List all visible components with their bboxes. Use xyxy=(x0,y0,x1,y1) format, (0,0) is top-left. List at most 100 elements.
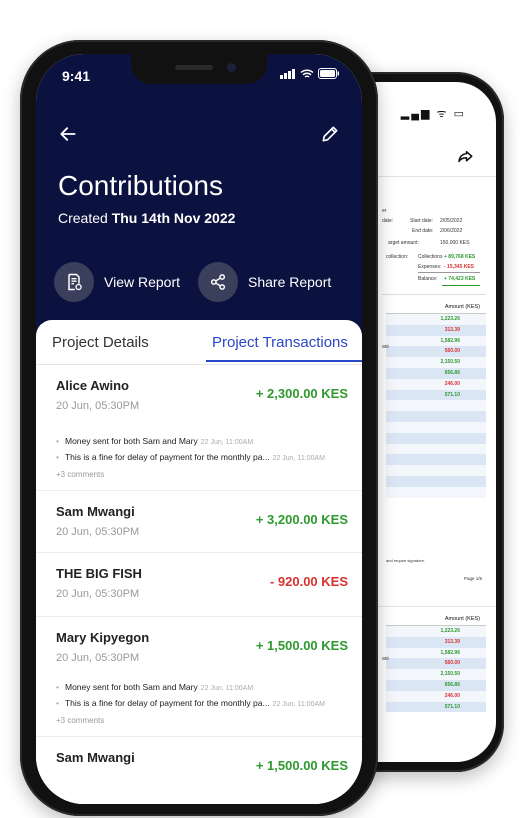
page-number: Page 1/5 xyxy=(464,576,483,581)
name-fragment: ani xyxy=(382,344,389,350)
table-row: 313.39 xyxy=(386,324,486,336)
notch xyxy=(131,54,267,84)
comment: Money sent for both Sam and Mary22 Jun, … xyxy=(56,436,253,446)
transaction-item[interactable]: Sam Mwangi + 1,500.00 KES xyxy=(36,736,362,804)
transaction-amount: - 920.00 KES xyxy=(269,574,348,589)
contributor-name: Mary Kipyegon xyxy=(56,630,150,645)
tab-project-transactions[interactable]: Project Transactions xyxy=(212,334,348,351)
created-prefix: Created xyxy=(58,210,108,226)
table-row: 656.86 xyxy=(386,679,486,691)
transaction-item[interactable]: Alice Awino 20 Jun, 05:30PM + 2,300.00 K… xyxy=(36,364,362,491)
signal-icon xyxy=(280,68,295,79)
divider xyxy=(418,272,480,273)
table-row: 313.39 xyxy=(386,636,486,648)
transaction-item[interactable]: THE BIG FISH 20 Jun, 05:30PM - 920.00 KE… xyxy=(36,552,362,617)
comment: This is a fine for delay of payment for … xyxy=(56,698,325,708)
table-row xyxy=(386,454,486,466)
active-tab-indicator xyxy=(206,360,362,362)
view-report-button[interactable]: View Report xyxy=(54,262,180,302)
edit-pencil-icon[interactable] xyxy=(320,124,340,144)
status-icons: ▂▄▆ ᯤ ▭ xyxy=(400,108,466,120)
contributor-name: Sam Mwangi xyxy=(56,750,135,765)
table-row xyxy=(386,411,486,422)
transactions-table-2: Amount (KES) 1,223.26 313.39 1,582.96 560.0… xyxy=(386,614,486,713)
table-row: 656.86 xyxy=(386,367,486,379)
wifi-icon xyxy=(300,68,314,78)
start-date-value: 2/05/2022 xyxy=(440,218,463,224)
transaction-date: 20 Jun, 05:30PM xyxy=(56,400,140,412)
created-date-value: Thu 14th Nov 2022 xyxy=(111,210,236,226)
camera xyxy=(227,63,236,72)
table-row xyxy=(386,432,486,444)
share-report-label: Share Report xyxy=(248,274,332,290)
table-header: Amount (KES) xyxy=(386,302,486,314)
target-label: arget amount: xyxy=(388,240,419,246)
comment-text: Money sent for both Sam and Mary xyxy=(64,436,198,446)
summary-fragment: collection: xyxy=(386,254,409,260)
report-icon xyxy=(54,262,94,302)
collections-label: Collections xyxy=(418,254,443,260)
table-row xyxy=(386,443,486,455)
target-value: 150,000 KES xyxy=(440,240,470,246)
comment-time: 22 Jun, 11:00AM xyxy=(272,701,325,708)
transaction-amount: + 1,500.00 KES xyxy=(255,758,348,773)
summary-fragment: date: xyxy=(382,218,394,224)
table-row: 1,223.26 xyxy=(386,314,486,325)
comment-time: 22 Jun, 11:00AM xyxy=(200,439,254,446)
table-row: 2,150.50 xyxy=(386,669,486,680)
front-phone: 9:41 Contributions Created Thu 14th Nov … xyxy=(20,40,378,816)
end-date-value: 2/06/2022 xyxy=(440,228,463,234)
comment-time: 22 Jun, 11:00AM xyxy=(272,455,325,462)
comment-text: Money sent for both Sam and Mary xyxy=(64,682,198,692)
end-date-label: End date: xyxy=(412,228,434,234)
transaction-item[interactable]: Sam Mwangi 20 Jun, 05:30PM + 3,200.00 KE… xyxy=(36,490,362,553)
tab-project-details[interactable]: Project Details xyxy=(52,334,149,351)
table-row: 571.10 xyxy=(386,389,486,401)
table-row: 2,150.50 xyxy=(386,357,486,368)
comment-time: 22 Jun, 11:00AM xyxy=(200,685,254,692)
back-arrow-icon[interactable] xyxy=(58,124,78,144)
transaction-amount: + 2,300.00 KES xyxy=(255,386,348,401)
table-row: 560.00 xyxy=(386,658,486,670)
status-time: 9:41 xyxy=(62,68,91,84)
more-comments-link[interactable]: +3 comments xyxy=(56,716,104,725)
transaction-date: 20 Jun, 05:30PM xyxy=(56,526,140,538)
contributor-name: THE BIG FISH xyxy=(56,566,142,581)
table-header: Amount (KES) xyxy=(386,614,486,626)
comment: Money sent for both Sam and Mary22 Jun, … xyxy=(56,682,253,692)
battery-icon xyxy=(318,68,339,79)
table-row: 1,582.96 xyxy=(386,647,486,659)
underline xyxy=(442,285,480,286)
transaction-amount: + 1,500.00 KES xyxy=(255,638,348,653)
comment-text: This is a fine for delay of payment for … xyxy=(64,698,270,708)
table-row: 246.00 xyxy=(386,378,486,390)
expenses-label: Expenses: xyxy=(418,264,442,270)
transaction-amount: + 3,200.00 KES xyxy=(255,512,348,527)
header: 9:41 Contributions Created Thu 14th Nov … xyxy=(36,54,362,354)
more-comments-link[interactable]: +3 comments xyxy=(56,470,104,479)
table-row: 246.00 xyxy=(386,690,486,702)
transaction-item[interactable]: Mary Kipyegon 20 Jun, 05:30PM + 1,500.00… xyxy=(36,616,362,737)
divider xyxy=(382,294,486,295)
tab-bar: Project Details Project Transactions xyxy=(36,320,362,365)
status-icons xyxy=(280,68,340,79)
balance-value: + 74,423 KES xyxy=(444,276,476,282)
table-row: 560.00 xyxy=(386,346,486,358)
contributor-name: Sam Mwangi xyxy=(56,504,135,519)
share-icon[interactable] xyxy=(456,148,474,166)
page-title: Contributions xyxy=(58,170,223,201)
table-row xyxy=(386,465,486,476)
table-row: 571.10 xyxy=(386,701,486,713)
start-date-label: Start date: xyxy=(410,218,434,224)
balance-label: Balance: xyxy=(418,276,438,282)
contributor-name: Alice Awino xyxy=(56,378,129,393)
created-date: Created Thu 14th Nov 2022 xyxy=(58,210,235,226)
share-icon xyxy=(198,262,238,302)
speaker xyxy=(175,65,213,70)
summary-fragment: er xyxy=(382,208,387,214)
share-report-button[interactable]: Share Report xyxy=(198,262,331,302)
comment: This is a fine for delay of payment for … xyxy=(56,452,325,462)
view-report-label: View Report xyxy=(104,274,181,290)
content-panel: Project Details Project Transactions Ali… xyxy=(36,320,362,804)
table-row xyxy=(386,421,486,433)
